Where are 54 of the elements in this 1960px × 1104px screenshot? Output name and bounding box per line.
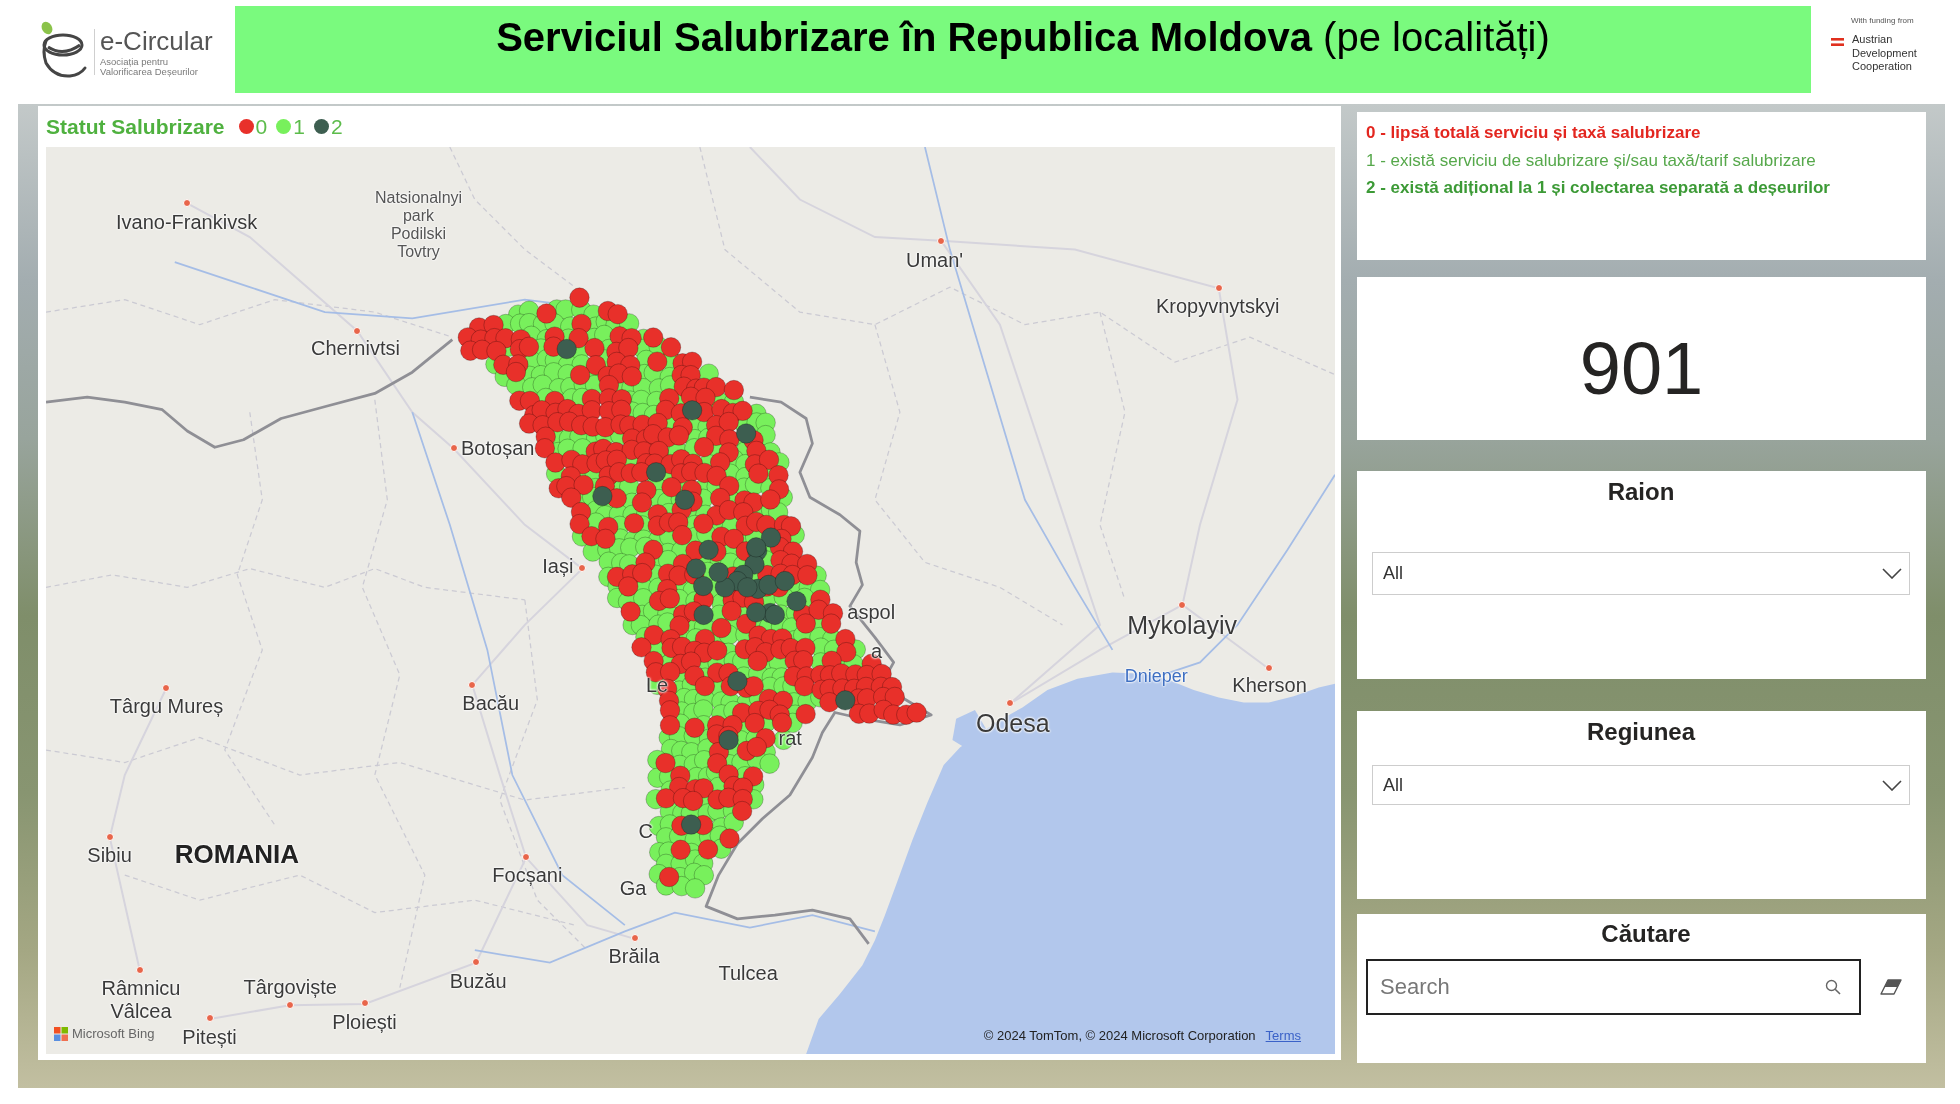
city-label: Brăila [608, 944, 660, 968]
map-provider-text: Microsoft Bing [72, 1026, 155, 1041]
city-label: Kherson [1232, 673, 1307, 696]
search-field[interactable]: Search [1366, 959, 1861, 1015]
city-label: Târgu Mureș [109, 694, 224, 718]
city-label: Ivano-Frankivsk [116, 210, 258, 234]
city-label: Iași [542, 554, 574, 578]
city-label: Chernivtsi [311, 336, 400, 360]
city-label: Buzău [449, 969, 507, 993]
country-label: ROMANIA [174, 839, 299, 870]
legend-title: Statut Salubrizare [46, 114, 225, 139]
dropdown[interactable]: All [1372, 552, 1910, 595]
city-label: Pitești [182, 1025, 237, 1049]
dropdown[interactable]: All [1372, 765, 1910, 805]
logo-wordmark: e-Circular [100, 27, 213, 55]
city-label: Ploiești [332, 1010, 397, 1034]
city-label: Kropyvnytskyi [1156, 294, 1280, 318]
city-label: Botoșan [461, 436, 535, 460]
city-label: Târgoviște [243, 975, 337, 999]
city-label: Focșani [492, 863, 563, 886]
city-label: C [638, 819, 653, 843]
funder-name: Austrian Development Cooperation [1852, 33, 1917, 74]
city-label: a [871, 639, 883, 663]
city-label: Odesa [976, 708, 1050, 738]
city-label: Râmnicu Vâlcea [101, 976, 181, 1023]
city-label: Mykolayiv [1127, 610, 1238, 639]
city-label: Sibiu [87, 843, 132, 866]
status-description: 0 - lipsă totală serviciu și taxă salubrizare [1366, 122, 1702, 144]
eraser-icon[interactable] [1879, 978, 1903, 996]
chevron-down-icon [1882, 779, 1902, 791]
map-attribution: © 2024 TomTom, © 2024 Microsoft Corporation [983, 1028, 1256, 1043]
city-label: Bacău [462, 691, 519, 715]
status-description: 1 - există serviciu de salubrizare și/sau taxă/tarif salubrizare [1366, 149, 1817, 172]
city-label: Ga [619, 876, 647, 900]
search-title: Căutare [1600, 919, 1692, 949]
search-icon[interactable] [1825, 979, 1841, 995]
chevron-down-icon [1882, 568, 1902, 579]
filter-title: Raion [1606, 477, 1676, 507]
park-label: Natsionalnyi park Podilski Tovtry [374, 188, 463, 261]
count-value: 901 [1579, 328, 1704, 409]
four-squares-logo-icon [54, 1026, 68, 1041]
river-label: Dnieper [1124, 665, 1188, 687]
city-label: aspol [847, 600, 896, 624]
legend-label: 2 [330, 114, 343, 139]
status-description: 2 - există adițional la 1 și colectarea separată a deșeurilor [1366, 177, 1831, 199]
legend-label: 1 [293, 114, 305, 139]
flag-stripes-icon [1831, 38, 1844, 46]
city-label: Tulcea [718, 961, 778, 985]
logo-subtitle: Asociația pentru Valorificarea Deșeurilor [100, 57, 200, 76]
city-label: Uman' [906, 248, 964, 271]
legend-label: 0 [255, 114, 268, 139]
filter-title: Regiunea [1586, 717, 1697, 747]
funding-caption: With funding from [1851, 16, 1915, 26]
page-title: Serviciul Salubrizare în Republica Moldova (pe localități) [495, 14, 1551, 60]
